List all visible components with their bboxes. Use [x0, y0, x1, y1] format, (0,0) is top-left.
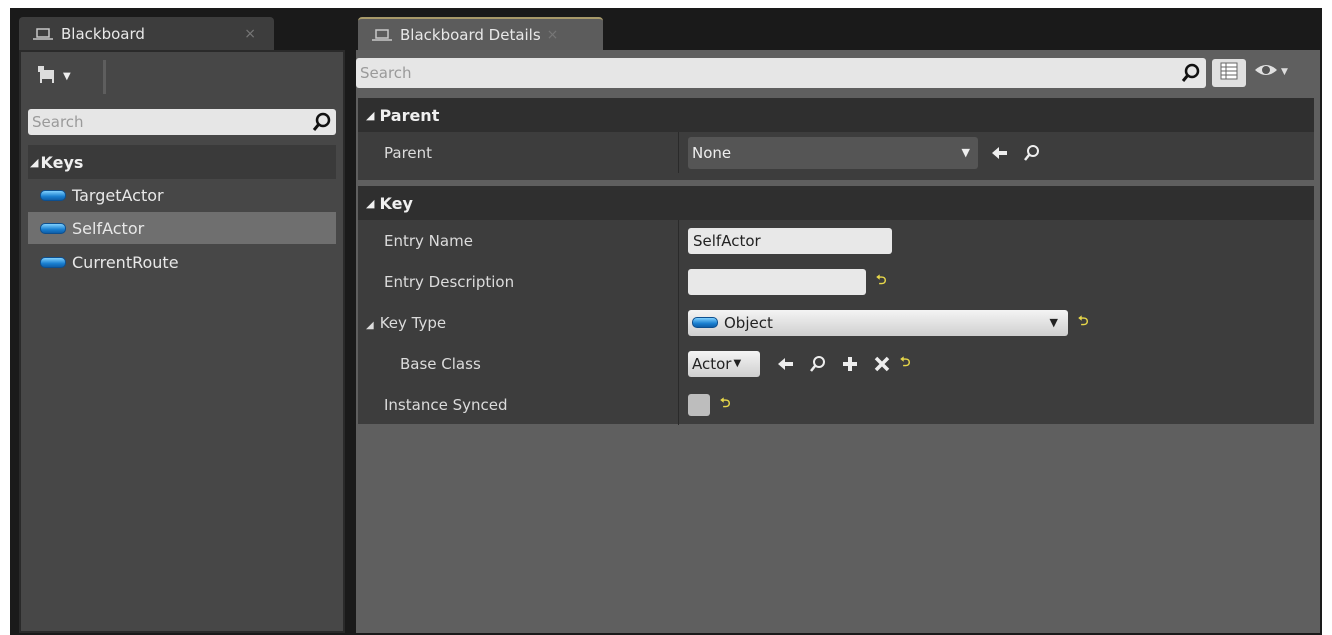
new-key-button[interactable]: ▼ — [37, 64, 87, 88]
combo-value: Object — [724, 313, 773, 332]
browse-icon[interactable] — [808, 354, 828, 374]
entry-description-row: Entry Description ⮌ — [358, 261, 1314, 302]
chevron-down-icon: ▼ — [733, 358, 742, 369]
base-class-value: Actor ▼ ⮌ — [688, 350, 910, 377]
close-tab-icon[interactable]: × — [244, 26, 256, 42]
object-key-type-icon — [692, 317, 718, 328]
key-type-row: ◢ Key Type Object ▼ ⮌ — [358, 302, 1314, 343]
parent-asset-combo[interactable]: None ▼ — [688, 136, 978, 169]
chevron-down-icon: ▼ — [961, 146, 970, 159]
blackboard-panel: ▼ ◢ Keys TargetActor SelfActor CurrentRo… — [19, 50, 345, 633]
chevron-down-icon: ▼ — [1281, 67, 1288, 77]
key-item-label: TargetActor — [72, 185, 164, 205]
arrow-left-icon[interactable] — [990, 143, 1010, 163]
object-key-type-icon — [40, 222, 66, 234]
parent-value: None ▼ — [688, 136, 1042, 169]
browse-icon[interactable] — [1022, 143, 1042, 163]
key-item-label: SelfActor — [72, 218, 145, 238]
property-label: Parent — [384, 143, 433, 162]
key-type-label: Key Type — [379, 313, 447, 332]
column-divider — [678, 132, 679, 173]
key-item-label: CurrentRoute — [72, 252, 179, 272]
expand-triangle-icon: ◢ — [366, 108, 375, 122]
keys-category-label: Keys — [40, 152, 84, 172]
close-tab-icon[interactable]: × — [547, 27, 559, 43]
column-divider — [678, 343, 679, 384]
details-search-input[interactable] — [356, 63, 1181, 83]
object-key-type-icon — [40, 189, 66, 201]
combo-value: Actor — [692, 354, 732, 373]
entry-description-field[interactable] — [688, 268, 866, 295]
blackboard-tab-icon — [33, 26, 53, 42]
view-options-button[interactable]: ▼ — [1254, 62, 1288, 82]
instance-synced-value: ⮌ — [688, 393, 730, 416]
reset-to-default-icon[interactable]: ⮌ — [900, 353, 910, 375]
tab-label: Blackboard Details — [400, 25, 541, 44]
entry-name-field[interactable]: SelfActor — [688, 227, 892, 254]
reset-to-default-icon[interactable]: ⮌ — [876, 271, 886, 293]
grid-view-icon — [1220, 62, 1238, 84]
property-label: Base Class — [400, 354, 481, 373]
combo-value: None — [692, 143, 732, 162]
key-section-header[interactable]: ◢ Key — [358, 186, 1314, 220]
key-item-currentroute[interactable]: CurrentRoute — [28, 246, 336, 278]
blackboard-toolbar: ▼ — [21, 52, 343, 100]
key-item-targetactor[interactable]: TargetActor — [28, 179, 336, 211]
column-divider — [678, 384, 679, 425]
instance-synced-row: Instance Synced ⮌ — [358, 384, 1314, 425]
key-type-value: Object ▼ ⮌ — [688, 309, 1088, 336]
parent-section-header[interactable]: ◢ Parent — [358, 98, 1314, 132]
plus-icon[interactable] — [840, 354, 860, 374]
blackboard-tab-icon — [372, 27, 392, 43]
property-label: Instance Synced — [384, 395, 508, 414]
eye-icon — [1254, 62, 1278, 82]
key-item-selfactor[interactable]: SelfActor — [28, 212, 336, 244]
details-panel: ▼ ◢ Parent Parent None ▼ — [356, 50, 1320, 633]
details-search-box[interactable] — [356, 58, 1206, 88]
close-icon[interactable] — [872, 354, 892, 374]
search-icon[interactable] — [312, 111, 332, 133]
entry-name-value: SelfActor — [688, 227, 892, 254]
arrow-left-icon[interactable] — [776, 354, 796, 374]
tab-blackboard[interactable]: Blackboard × — [19, 17, 274, 50]
section-title: Parent — [379, 105, 440, 125]
chevron-down-icon: ▼ — [63, 70, 71, 82]
key-section: ◢ Key Entry Name SelfActor Entry Descrip… — [358, 186, 1314, 425]
key-type-combo[interactable]: Object ▼ — [688, 309, 1068, 336]
chevron-down-icon: ▼ — [1049, 316, 1058, 329]
expand-triangle-icon: ◢ — [30, 155, 39, 169]
tab-blackboard-details[interactable]: Blackboard Details × — [358, 17, 603, 50]
new-key-icon — [37, 65, 59, 87]
parent-row: Parent None ▼ — [358, 132, 1314, 173]
reset-to-default-icon[interactable]: ⮌ — [720, 394, 730, 416]
column-divider — [678, 261, 679, 302]
property-label: Entry Name — [384, 231, 473, 250]
parent-section: ◢ Parent Parent None ▼ — [358, 98, 1314, 180]
keys-search-box[interactable] — [28, 109, 336, 135]
column-divider — [678, 220, 679, 261]
tab-label: Blackboard — [61, 24, 145, 43]
property-matrix-button[interactable] — [1212, 59, 1246, 87]
expand-triangle-icon[interactable]: ◢ — [366, 320, 374, 331]
keys-category-header[interactable]: ◢ Keys — [28, 145, 336, 179]
property-label: Entry Description — [384, 272, 515, 291]
object-key-type-icon — [40, 256, 66, 268]
property-label: ◢ Key Type — [366, 314, 446, 332]
entry-description-value: ⮌ — [688, 268, 886, 295]
reset-to-default-icon[interactable]: ⮌ — [1078, 312, 1088, 334]
entry-name-row: Entry Name SelfActor — [358, 220, 1314, 261]
column-divider — [678, 302, 679, 343]
search-icon[interactable] — [1181, 62, 1202, 84]
section-title: Key — [379, 193, 413, 213]
keys-search-input[interactable] — [28, 112, 312, 132]
base-class-row: Base Class Actor ▼ ⮌ — [358, 343, 1314, 384]
instance-synced-checkbox[interactable] — [688, 393, 710, 416]
toolbar-divider — [103, 60, 106, 94]
base-class-combo[interactable]: Actor ▼ — [688, 350, 760, 377]
expand-triangle-icon: ◢ — [366, 196, 375, 210]
